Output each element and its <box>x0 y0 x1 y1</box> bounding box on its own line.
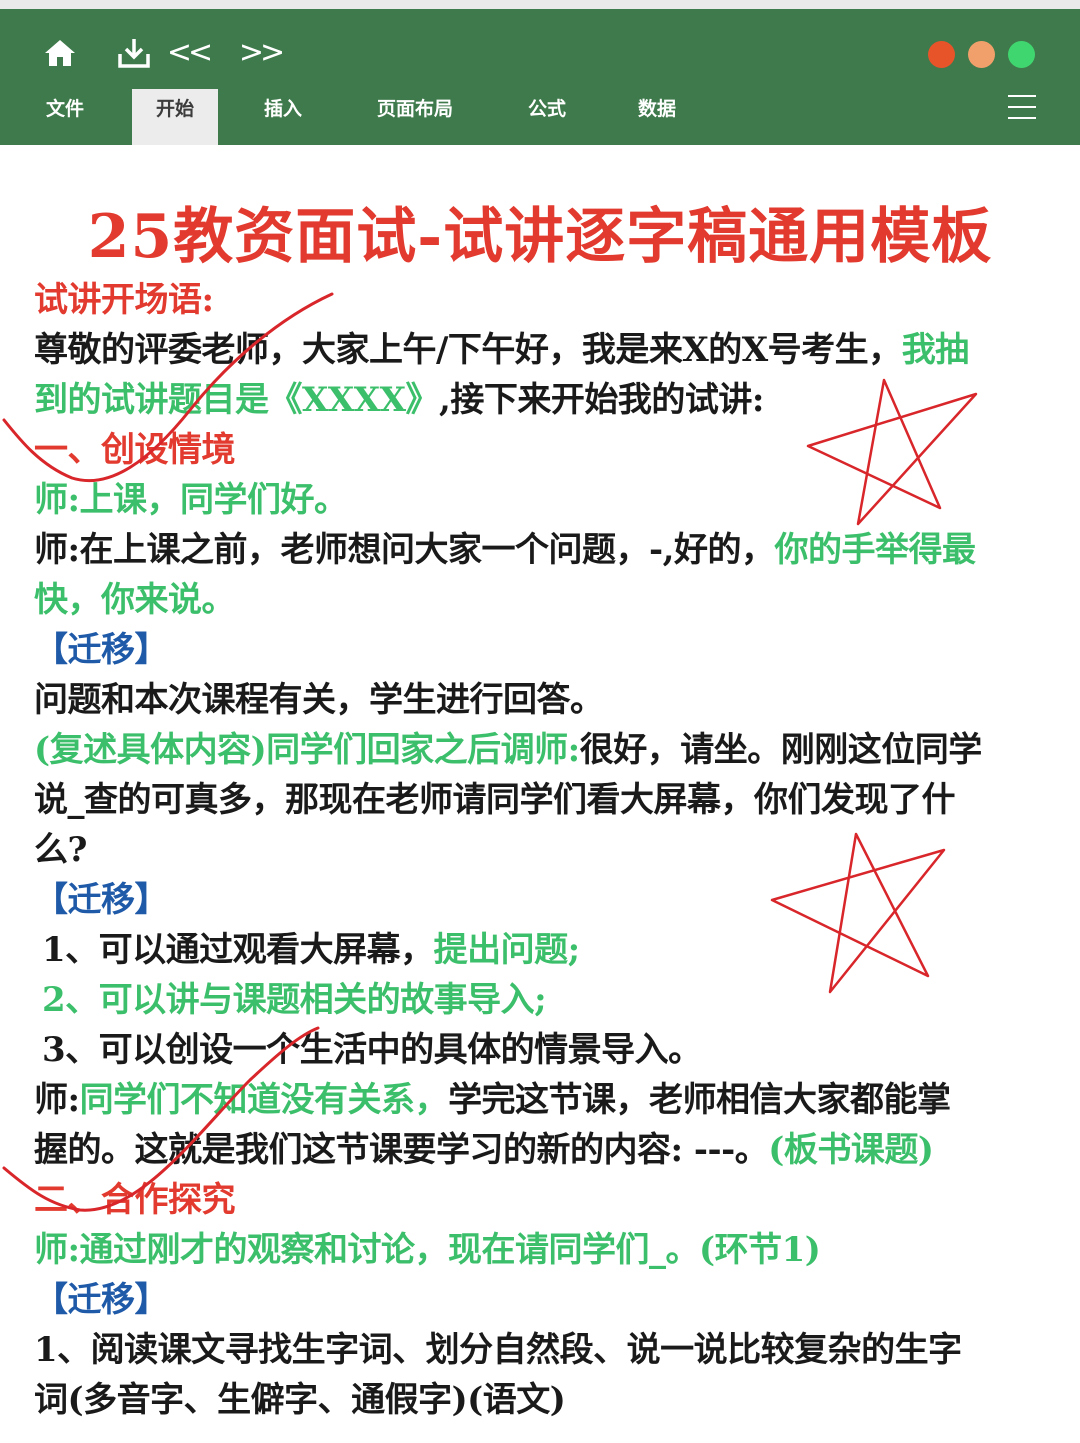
body-line-7: 快，你来说。 <box>34 580 236 620</box>
tab-formula[interactable]: 公式 <box>512 89 582 145</box>
home-icon[interactable] <box>40 33 80 73</box>
star-mark-1 <box>806 378 978 526</box>
document-title: 25教资面试-试讲逐字稿通用模板 <box>87 202 993 272</box>
body-line-5: 师:上课，同学们好。 <box>34 480 348 520</box>
body-line-22: 1、阅读课文寻找生字词、划分自然段、说一说比较复杂的生字 <box>34 1330 962 1370</box>
body-line-23: 词(多音字、生僻字、通假字)(语文) <box>34 1380 566 1420</box>
app-toolbar: << >> 文件 开始 插入 页面布局 公式 数据 <box>0 9 1080 145</box>
top-strip <box>0 0 1080 9</box>
list-item-3: 3、可以创设一个生活中的具体的情景导入。 <box>42 1030 702 1070</box>
download-icon[interactable] <box>114 33 154 73</box>
back-icon[interactable]: << <box>167 33 213 73</box>
star-mark-2 <box>770 832 946 994</box>
window-minimize-dot[interactable] <box>968 41 995 68</box>
body-line-11: 说_查的可真多，那现在老师请同学们看大屏幕，你们发现了什 <box>34 780 956 820</box>
body-line-20: 师:通过刚才的观察和讨论，现在请同学们_。(环节1) <box>34 1230 821 1270</box>
body-line-12: 么? <box>34 830 87 870</box>
tab-home[interactable]: 开始 <box>132 89 218 145</box>
list-item-1: 1、可以通过观看大屏幕，提出问题; <box>42 930 580 970</box>
transfer-label-1: 【迁移】 <box>34 630 169 670</box>
body-line-17: 师:同学们不知道没有关系，学完这节课，老师相信大家都能掌 <box>34 1080 951 1120</box>
transfer-label-2: 【迁移】 <box>34 880 169 920</box>
tab-data[interactable]: 数据 <box>622 89 692 145</box>
body-line-3: 到的试讲题目是《XXXX》,接下来开始我的试讲: <box>34 380 764 420</box>
tab-insert[interactable]: 插入 <box>248 89 318 145</box>
forward-icon[interactable]: >> <box>239 33 285 73</box>
opening-heading: 试讲开场语: <box>34 280 214 320</box>
body-line-2: 尊敬的评委老师，大家上午/下午好，我是来X的X号考生，我抽 <box>34 330 969 370</box>
tab-page-layout[interactable]: 页面布局 <box>360 89 470 145</box>
transfer-label-3: 【迁移】 <box>34 1280 169 1320</box>
window-close-dot[interactable] <box>928 41 955 68</box>
window-maximize-dot[interactable] <box>1008 41 1035 68</box>
body-line-10: (复述具体内容)同学们回家之后调师:很好，请坐。刚刚这位同学 <box>34 730 982 770</box>
body-line-6: 师:在上课之前，老师想问大家一个问题，-,好的，你的手举得最 <box>34 530 976 570</box>
body-line-18: 握的。这就是我们这节课要学习的新的内容: ---。(板书课题) <box>34 1130 934 1170</box>
section-heading-1: 一、创设情境 <box>34 430 236 470</box>
section-heading-2: 二、合作探究 <box>34 1180 236 1220</box>
hamburger-menu-icon[interactable] <box>1008 95 1036 121</box>
tab-file[interactable]: 文件 <box>30 89 100 145</box>
body-line-9: 问题和本次课程有关，学生进行回答。 <box>34 680 604 720</box>
list-item-2: 2、可以讲与课题相关的故事导入; <box>42 980 547 1020</box>
